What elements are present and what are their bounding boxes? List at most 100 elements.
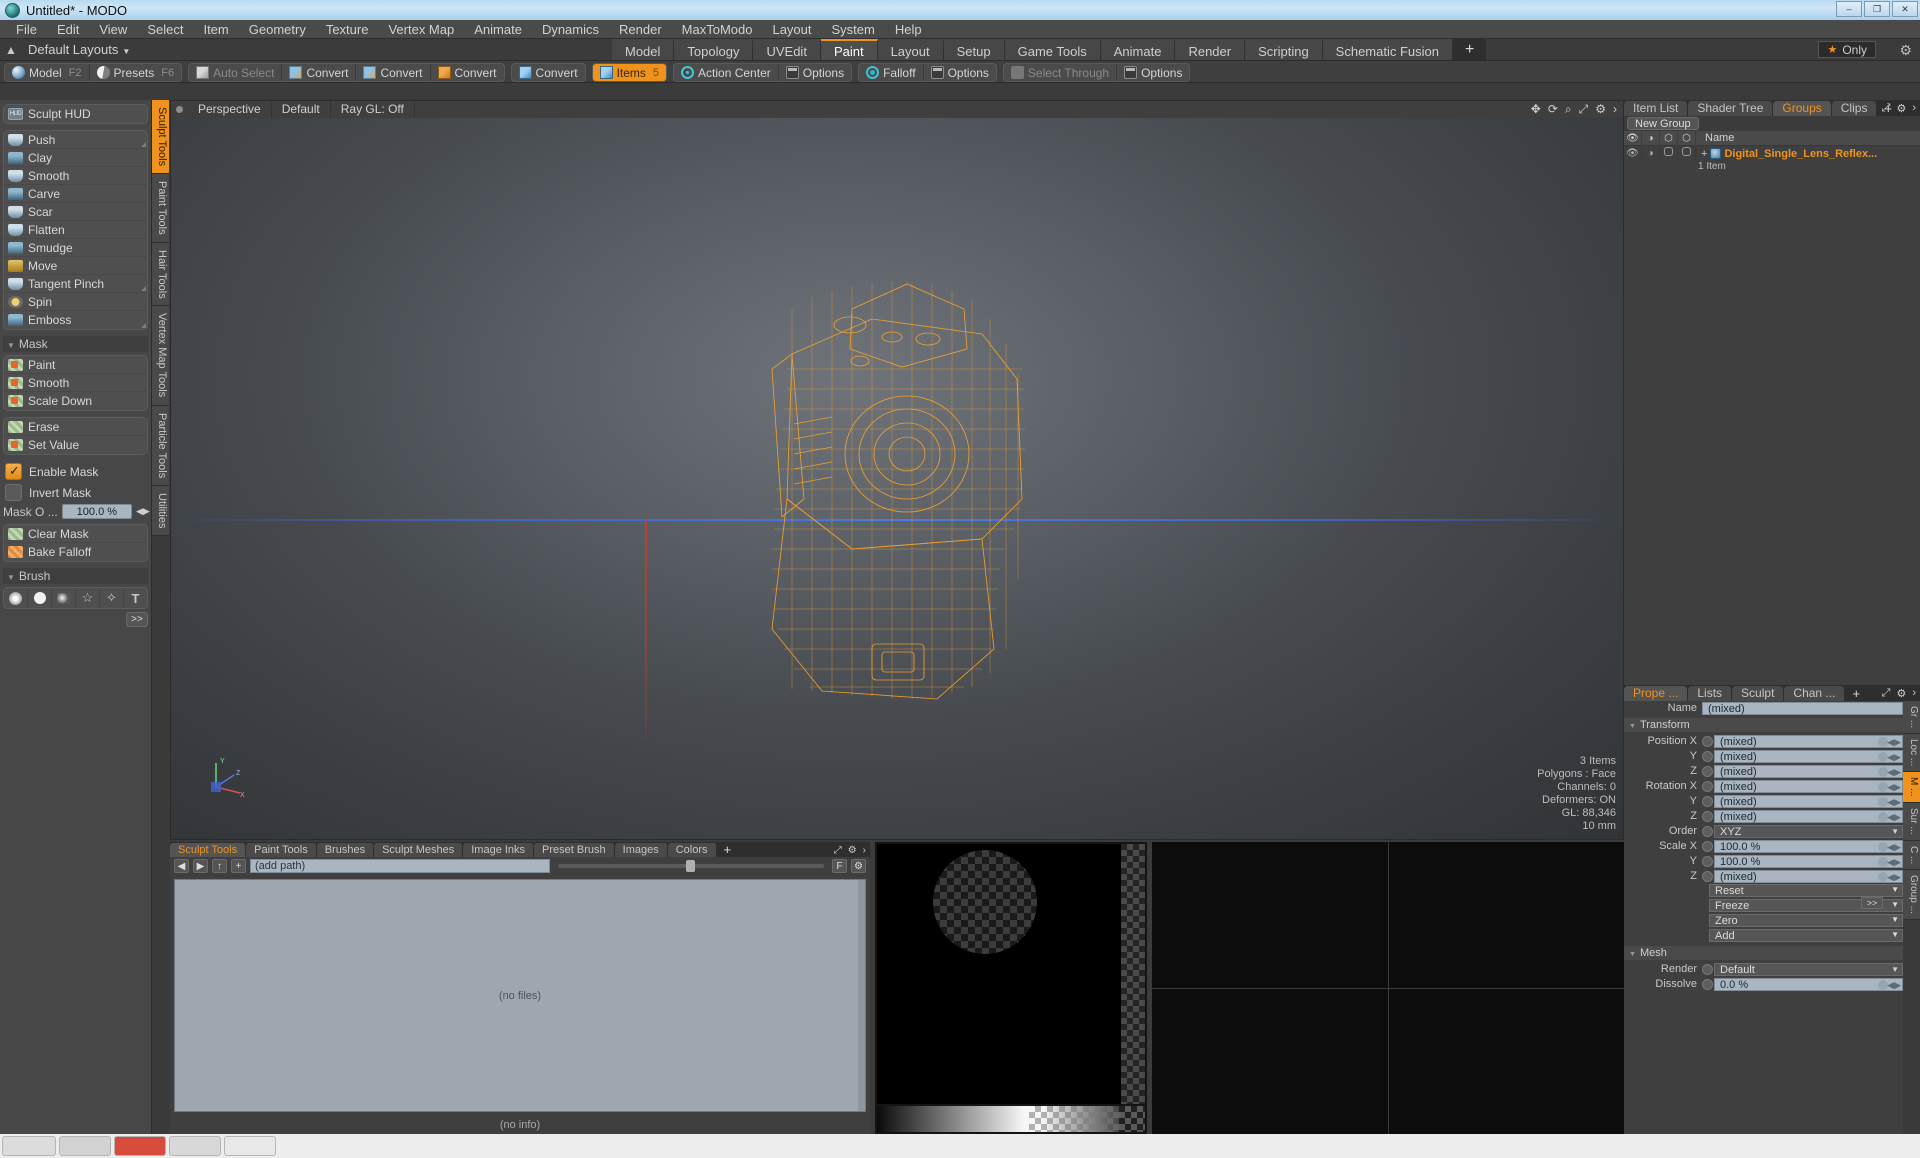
menu-maxtomodo[interactable]: MaxToModo [672,20,763,39]
channel-dot-icon[interactable] [1702,840,1713,852]
mode-tab-paint[interactable]: Paint [820,39,878,60]
slider-thumb[interactable] [685,860,695,872]
menu-edit[interactable]: Edit [47,20,89,39]
maximize-button[interactable]: ❐ [1864,1,1890,17]
property-value-position-x[interactable]: (mixed) ◀▶ [1714,734,1903,748]
menu-vertex-map[interactable]: Vertex Map [378,20,464,39]
tab-images[interactable]: Images [614,843,668,857]
property-value-order[interactable]: XYZ ▼ [1714,824,1903,838]
brush-alpha-preview[interactable] [877,844,1145,1104]
toolbar-select-through-button[interactable]: Select Through [1004,64,1118,81]
toolbar-options-button[interactable]: Options [1117,64,1189,81]
row-render-toggle[interactable]: ◑ [1642,146,1660,161]
property-side-tab-group[interactable]: Group ... [1903,869,1920,920]
viewport-canvas[interactable]: Y X Z 3 Items Polygons : Face Channels: 0D… [171,118,1623,839]
channel-dot-icon[interactable] [1702,870,1713,882]
property-value-z[interactable]: (mixed) ◀▶ [1714,869,1903,883]
chevron-icon[interactable]: › [1912,687,1916,700]
chevron-down-icon[interactable]: ▼ [1891,964,1899,976]
mask-opacity-row[interactable]: Mask O ... 100.0 % ◀▶ [3,503,150,520]
chevron-icon[interactable]: › [863,845,866,856]
move-icon[interactable]: ✥ [1531,102,1541,117]
row-shape-toggle[interactable] [1660,146,1678,161]
name-field[interactable]: (mixed) [1702,701,1903,715]
sculpt-tool-erase[interactable]: Erase [4,418,147,436]
soft-dot-icon[interactable] [4,588,28,608]
tool-tab-vertex-map-tools[interactable]: Vertex Map Tools [152,306,169,406]
tab-image-inks[interactable]: Image Inks [463,843,535,857]
add-mode-tab-button[interactable]: + [1453,39,1487,60]
tab-clips[interactable]: Clips [1831,101,1878,116]
viewport-shading[interactable]: Default [272,101,331,118]
menu-file[interactable]: File [6,20,47,39]
property-value-y[interactable]: 100.0 % ◀▶ [1714,854,1903,868]
tool-tab-paint-tools[interactable]: Paint Tools [152,174,169,243]
enable-mask-row[interactable]: Enable Mask [3,461,148,482]
taskbar-item-4[interactable] [224,1136,276,1156]
brush-more-button[interactable]: >> [126,612,148,627]
group-item-name[interactable]: + Digital_Single_Lens_Reflex... [1696,148,1877,160]
expand-icon[interactable]: ⤢ [1882,687,1891,700]
toolbar-presets-button[interactable]: Presets F6 [90,64,182,81]
filter-button[interactable]: F [832,859,847,873]
tool-tab-particle-tools[interactable]: Particle Tools [152,405,169,486]
chevron-down-icon[interactable]: ▼ [1891,884,1899,896]
channel-dot-icon[interactable] [1702,765,1713,777]
value-stepper[interactable]: ◀▶ [1887,796,1901,808]
mesh-section-header[interactable]: ▼ Mesh [1624,946,1903,960]
sculpt-tool-push[interactable]: Push [4,131,147,149]
forward-icon[interactable]: ▶ [193,859,208,873]
mode-tab-model[interactable]: Model [612,39,675,60]
tool-tab-hair-tools[interactable]: Hair Tools [152,242,169,307]
menu-view[interactable]: View [89,20,137,39]
mask-section-header[interactable]: ▼ Mask [3,336,148,352]
mode-tab-scripting[interactable]: Scripting [1245,39,1323,60]
sculpt-tool-smooth[interactable]: Smooth [4,167,147,185]
menu-help[interactable]: Help [885,20,932,39]
mode-tab-game-tools[interactable]: Game Tools [1004,39,1101,60]
tab-lists[interactable]: Lists [1688,686,1733,701]
gear-icon[interactable]: ⚙ [848,845,857,856]
sculpt-hud-button[interactable]: HUD Sculpt HUD [4,105,147,123]
noise-dot-icon[interactable] [52,588,76,608]
tab-groups[interactable]: Groups [1773,101,1832,116]
mode-tab-render[interactable]: Render [1175,39,1246,60]
sculpt-tool-spin[interactable]: Spin [4,293,147,311]
tab-sculpt[interactable]: Sculpt [1732,686,1785,701]
toolbar-convert-button[interactable]: Convert [282,64,357,81]
groups-tree-empty-area[interactable] [1624,180,1920,685]
mode-tab-topology[interactable]: Topology [674,39,754,60]
minimize-button[interactable]: – [1836,1,1862,17]
fit-icon[interactable]: ⤢ [1579,102,1589,117]
back-icon[interactable]: ◀ [174,859,189,873]
gear-icon[interactable]: ⚙ [1896,102,1906,115]
value-stepper[interactable]: ◀▶ [1887,781,1901,793]
sculpt-tool-smudge[interactable]: Smudge [4,239,147,257]
expand-icon[interactable]: ⤢ [1882,102,1891,115]
toolbar-convert-button[interactable]: Convert [512,64,585,81]
property-value-y[interactable]: (mixed) ◀▶ [1714,794,1903,808]
viewport-projection[interactable]: Perspective [188,101,272,118]
3d-viewport[interactable]: Perspective Default Ray GL: Off ✥ ⟳ ⌕ ⤢ … [170,100,1624,840]
property-side-tab-sur[interactable]: Sur ... [1903,802,1920,841]
start-button[interactable] [2,1136,56,1156]
tab-sculpt-tools[interactable]: Sculpt Tools [170,843,247,857]
channel-dot-icon[interactable] [1702,963,1713,975]
channel-dot-icon[interactable] [1702,810,1713,822]
expand-icon[interactable]: ⤢ [834,845,842,856]
submenu-corner-icon[interactable] [141,142,146,147]
sculpt-tool-emboss[interactable]: Emboss [4,311,147,329]
tab-item-list[interactable]: Item List [1624,101,1689,116]
row-eye-toggle[interactable]: 👁 [1624,146,1642,161]
mode-tab-setup[interactable]: Setup [943,39,1005,60]
default-layouts-label[interactable]: Default Layouts ▼ [22,42,130,57]
property-side-tab-c[interactable]: C ... [1903,840,1920,870]
mode-tab-schematic-fusion[interactable]: Schematic Fusion [1322,39,1453,60]
invert-mask-row[interactable]: Invert Mask [3,482,148,503]
tab-shader-tree[interactable]: Shader Tree [1688,101,1774,116]
value-stepper[interactable]: ◀▶ [1887,751,1901,763]
toolbar-options-button[interactable]: Options [779,64,851,81]
camera-wireframe-model[interactable] [732,249,1062,709]
up-icon[interactable]: ↑ [212,859,227,873]
chevron-down-icon[interactable]: ▼ [1891,899,1899,911]
